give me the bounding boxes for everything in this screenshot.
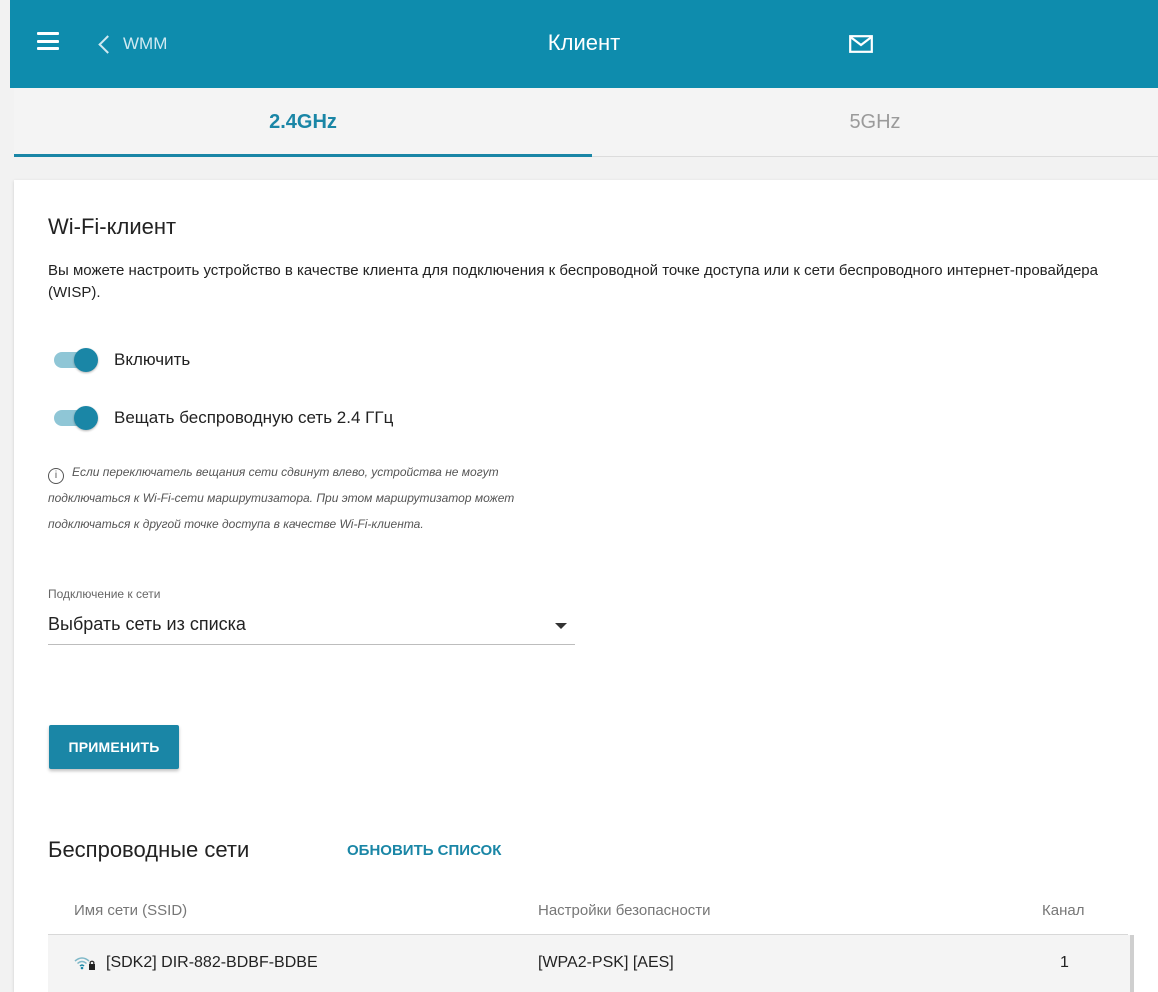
networks-table-header: Имя сети (SSID) Настройки безопасности К… <box>48 902 1128 935</box>
row-ssid: [SDK2] DIR-882-BDBF-BDBE <box>106 954 318 971</box>
page-title: Клиент <box>547 30 621 55</box>
row-security: [WPA2-PSK] [AES] <box>538 954 674 971</box>
row-channel: 1 <box>1060 954 1069 971</box>
enable-toggle-row[interactable]: Включить <box>52 348 190 372</box>
wifi-locked-icon <box>74 957 95 970</box>
hint-text: Если переключатель вещания сети сдвинут … <box>48 465 515 531</box>
band-tabs: 2.4GHz 5GHz <box>14 88 1158 157</box>
table-row[interactable]: [SDK2] DIR-882-BDBF-BDBE [WPA2-PSK] [AES… <box>48 935 1134 992</box>
connection-label: Подключение к сети <box>48 587 161 601</box>
connection-select[interactable]: Выбрать сеть из списка <box>48 610 575 645</box>
mail-icon[interactable] <box>849 35 873 53</box>
enable-toggle-label: Включить <box>114 350 191 369</box>
column-security: Настройки безопасности <box>538 902 711 919</box>
column-channel: Канал <box>1042 902 1085 919</box>
connection-value: Выбрать сеть из списка <box>48 614 246 634</box>
scrollbar[interactable] <box>1130 935 1134 992</box>
tab-5ghz[interactable]: 5GHz <box>592 88 1158 156</box>
broadcast-toggle-label: Вещать беспроводную сеть 2.4 ГГц <box>114 408 394 427</box>
broadcast-hint: i Если переключатель вещания сети сдвинут… <box>48 459 568 537</box>
caret-down-icon <box>555 623 567 629</box>
section-title: Wi-Fi-клиент <box>48 214 177 239</box>
enable-toggle[interactable] <box>52 348 98 372</box>
networks-title: Беспроводные сети <box>48 837 250 862</box>
info-icon: i <box>48 468 64 484</box>
broadcast-toggle-row[interactable]: Вещать беспроводную сеть 2.4 ГГц <box>52 406 393 430</box>
top-bar: WMM Клиент <box>10 0 1158 88</box>
section-description: Вы можете настроить устройство в качеств… <box>48 262 1098 301</box>
apply-button[interactable]: ПРИМЕНИТЬ <box>49 725 179 769</box>
tab-2-4ghz[interactable]: 2.4GHz <box>14 88 592 157</box>
wifi-client-card: Wi-Fi-клиент Вы можете настроить устройс… <box>14 180 1158 992</box>
broadcast-toggle[interactable] <box>52 406 98 430</box>
refresh-list-button[interactable]: ОБНОВИТЬ СПИСОК <box>347 842 501 859</box>
column-ssid: Имя сети (SSID) <box>74 902 188 919</box>
